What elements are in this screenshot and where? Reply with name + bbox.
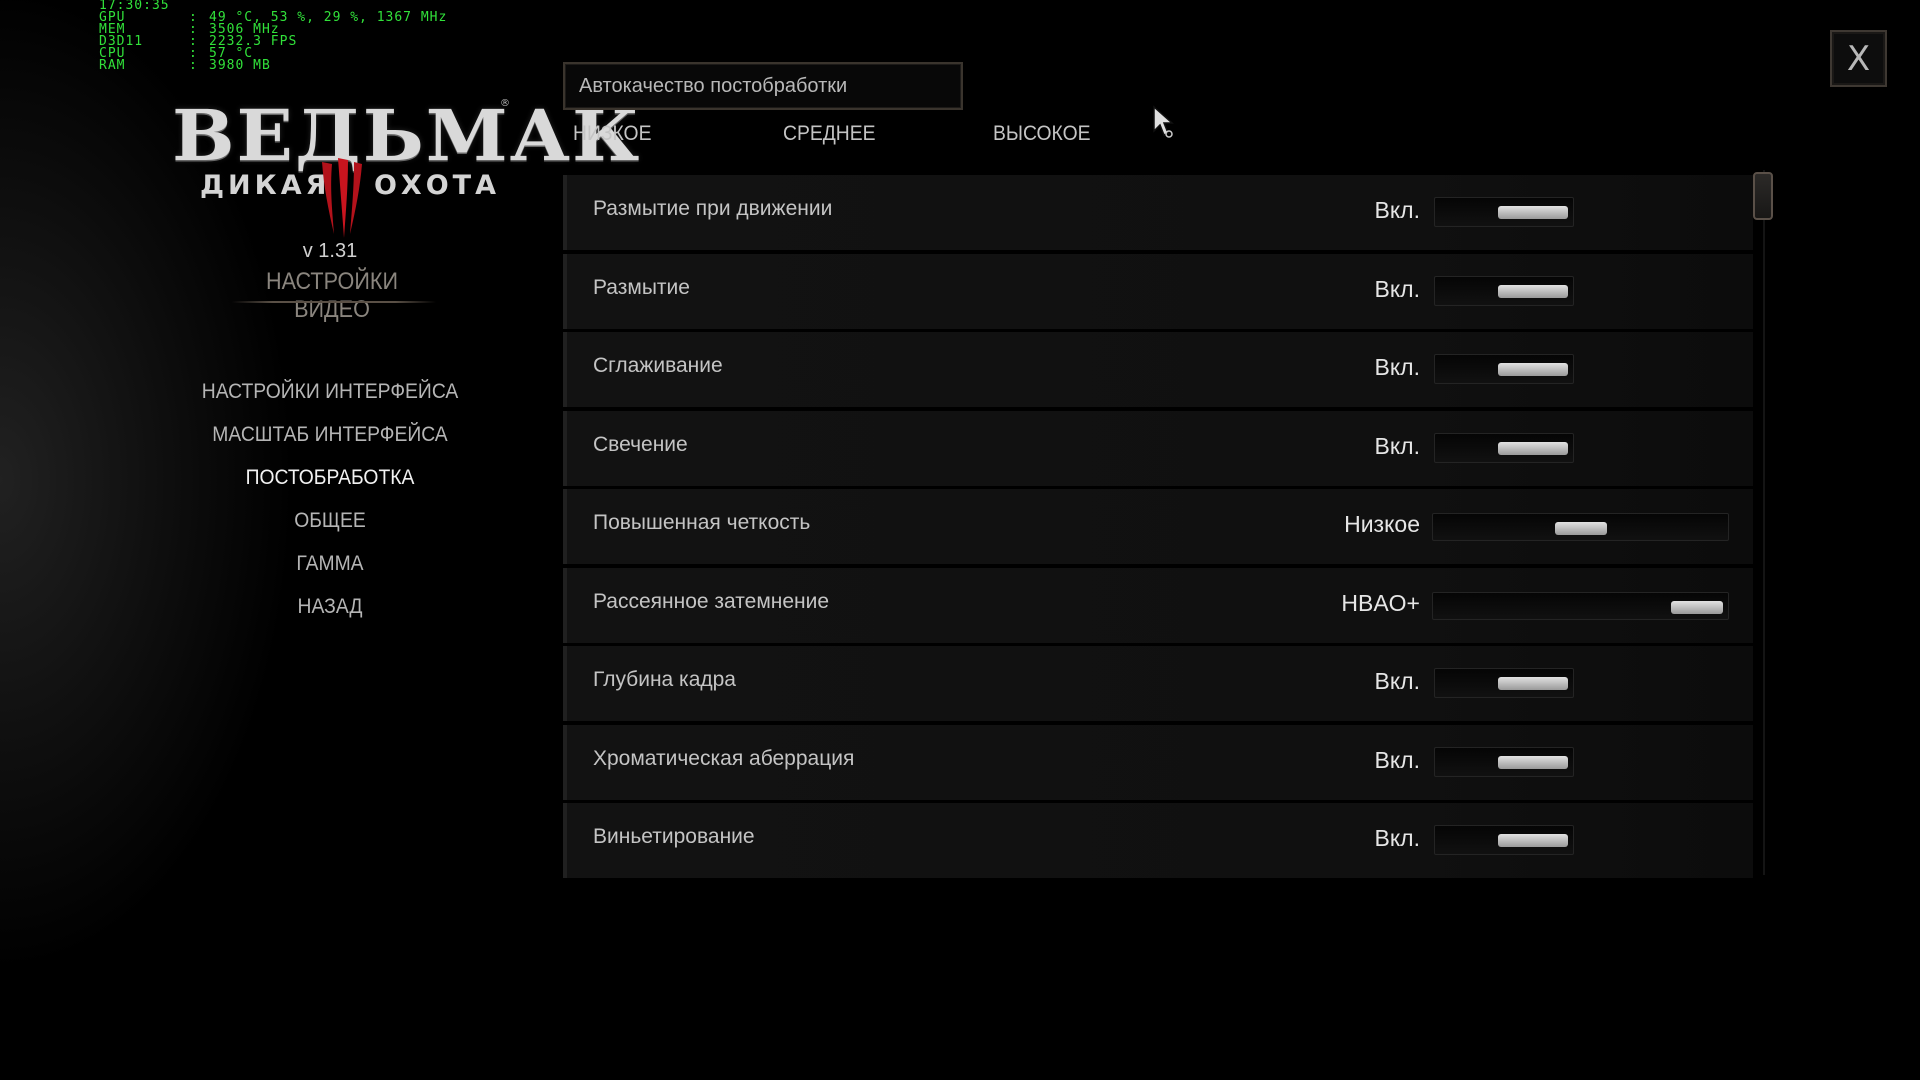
setting-label: Повышенная четкость (593, 511, 811, 534)
setting-row[interactable]: Рассеянное затемнение HBAO+ (563, 567, 1753, 643)
setting-row[interactable]: Размытие Вкл. (563, 253, 1753, 329)
menu-item[interactable]: ПОСТОБРАБОТКА (192, 456, 468, 499)
setting-toggle[interactable] (1434, 746, 1574, 777)
setting-slider[interactable] (1432, 591, 1729, 620)
setting-toggle[interactable] (1434, 275, 1574, 306)
setting-row[interactable]: Размытие при движении Вкл. (563, 175, 1753, 250)
logo-subtitle-right: ОХОТА (373, 170, 500, 201)
overlay-row: RAM:3980 MB (99, 58, 447, 73)
setting-toggle[interactable] (1434, 432, 1574, 463)
close-button[interactable]: X (1830, 30, 1887, 87)
setting-toggle[interactable] (1434, 668, 1574, 698)
setting-row[interactable]: Повышенная четкость Низкое (563, 489, 1753, 564)
setting-value: Вкл. (1374, 825, 1420, 851)
menu-item[interactable]: ГАММА (192, 542, 468, 585)
performance-overlay: 17:30:35 GPU:49 °C, 53 %, 29 %, 1367 MHz… (99, 0, 447, 72)
auto-quality-label: Автокачество постобработки (579, 75, 848, 97)
setting-row[interactable]: Глубина кадра Вкл. (563, 646, 1753, 721)
setting-toggle[interactable] (1434, 197, 1574, 227)
setting-toggle[interactable] (1434, 354, 1574, 384)
setting-row[interactable]: Виньетирование Вкл. (563, 803, 1753, 878)
setting-label: Виньетирование (593, 825, 755, 848)
setting-label: Размытие при движении (593, 197, 833, 220)
setting-slider[interactable] (1432, 513, 1729, 541)
setting-toggle[interactable] (1434, 825, 1574, 855)
toggle-knob[interactable] (1498, 284, 1568, 298)
preset-high[interactable]: ВЫСОКОЕ (993, 122, 1091, 146)
toggle-knob[interactable] (1498, 834, 1568, 847)
slider-knob[interactable] (1554, 522, 1607, 535)
close-icon: X (1846, 38, 1871, 79)
setting-value: HBAO+ (1341, 589, 1420, 616)
menu-item[interactable]: МАСШТАБ ИНТЕРФЕЙСА (192, 413, 468, 456)
mouse-cursor-icon (1153, 105, 1174, 138)
preset-medium[interactable]: СРЕДНЕЕ (783, 122, 876, 146)
setting-label: Сглаживание (593, 354, 723, 377)
setting-label: Хроматическая аберрация (593, 746, 855, 770)
setting-label: Глубина кадра (593, 668, 736, 691)
scrollbar-thumb[interactable] (1753, 172, 1773, 220)
toggle-knob[interactable] (1498, 755, 1568, 769)
section-title-underline (232, 301, 436, 303)
setting-value: Вкл. (1374, 668, 1420, 694)
setting-value: Низкое (1344, 511, 1420, 537)
setting-row[interactable]: Сглаживание Вкл. (563, 332, 1753, 407)
setting-row[interactable]: Свечение Вкл. (563, 410, 1753, 486)
overlay-row: CPU:57 °C (99, 47, 447, 60)
toggle-knob[interactable] (1498, 441, 1568, 455)
setting-label: Рассеянное затемнение (593, 589, 830, 613)
menu-item[interactable]: НАЗАД (192, 585, 468, 628)
video-settings-screen: 17:30:35 GPU:49 °C, 53 %, 29 %, 1367 MHz… (0, 0, 1920, 1080)
overlay-separator: : (189, 58, 198, 73)
scrollbar-track[interactable] (1763, 170, 1765, 875)
toggle-knob[interactable] (1498, 363, 1568, 376)
overlay-key: RAM (99, 58, 126, 73)
setting-value: Вкл. (1374, 275, 1420, 302)
setting-value: Вкл. (1374, 432, 1420, 459)
toggle-knob[interactable] (1498, 206, 1568, 219)
slider-knob[interactable] (1671, 600, 1723, 614)
section-title: НАСТРОЙКИ ВИДЕО (266, 268, 398, 323)
setting-row[interactable]: Хроматическая аберрация Вкл. (563, 724, 1753, 800)
version-label: v 1.31 (302, 240, 358, 262)
setting-value: Вкл. (1374, 354, 1420, 380)
settings-menu: НАСТРОЙКИ ИНТЕРФЕЙСА МАСШТАБ ИНТЕРФЕЙСА ПО… (180, 370, 480, 628)
overlay-row: D3D11:2232.3 FPS (99, 35, 447, 48)
settings-list: Размытие при движении Вкл. Размытие Вкл. Сгл… (563, 175, 1753, 882)
setting-label: Свечение (593, 432, 688, 456)
game-logo: ВЕДЬМАК ® ДИКАЯ ОХОТА (172, 96, 639, 246)
logo-subtitle-left: ДИКАЯ (200, 170, 331, 201)
auto-quality-box[interactable]: Автокачество постобработки (563, 62, 963, 110)
menu-item[interactable]: ОБЩЕЕ (192, 499, 468, 542)
logo-registered-mark: ® (500, 98, 510, 109)
preset-low[interactable]: НИЗКОЕ (573, 122, 651, 146)
claw-mark-icon (322, 158, 362, 238)
toggle-knob[interactable] (1498, 677, 1568, 690)
setting-value: Вкл. (1374, 746, 1420, 773)
menu-item[interactable]: НАСТРОЙКИ ИНТЕРФЕЙСА (192, 370, 468, 413)
overlay-value: 3980 MB (209, 58, 271, 73)
setting-label: Размытие (593, 275, 690, 299)
setting-value: Вкл. (1374, 197, 1420, 223)
